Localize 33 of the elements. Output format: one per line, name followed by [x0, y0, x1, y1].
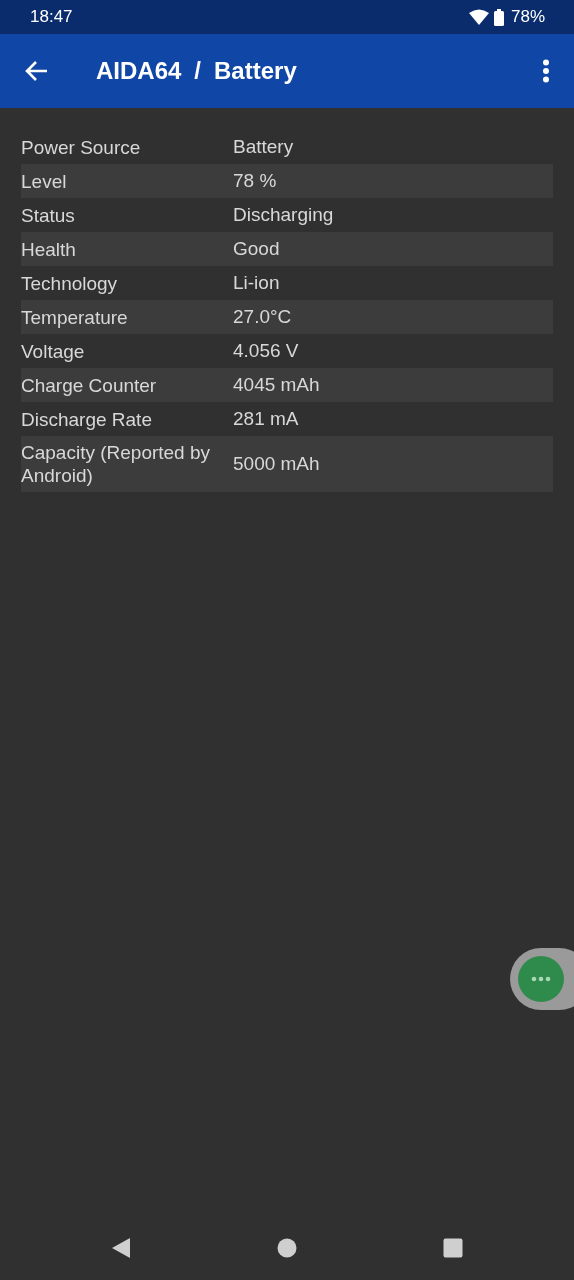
floating-bubble[interactable] [510, 948, 574, 1010]
property-label: Level [21, 169, 68, 194]
breadcrumb-separator: / [194, 57, 202, 85]
property-label: Temperature [21, 305, 129, 330]
property-value: 281 mA [233, 408, 300, 430]
back-arrow-icon[interactable] [24, 60, 48, 82]
property-label: Capacity (Reported by Android) [21, 441, 212, 488]
property-value: 4.056 V [233, 340, 300, 362]
property-value: 4045 mAh [233, 374, 321, 396]
property-value: Battery [233, 136, 295, 158]
property-label: Technology [21, 271, 119, 296]
battery-icon [493, 8, 504, 26]
property-label: Charge Counter [21, 373, 158, 398]
home-icon[interactable] [277, 1238, 297, 1258]
battery-percent: 78% [510, 7, 545, 27]
back-icon[interactable] [111, 1237, 131, 1259]
property-label: Health [21, 237, 77, 262]
clock-time: 18:47 [30, 7, 73, 27]
property-label: Status [21, 203, 76, 228]
property-label: Voltage [21, 339, 86, 364]
property-value: 78 % [233, 170, 278, 192]
property-label: Power Source [21, 135, 142, 160]
property-value: 27.0°C [233, 306, 293, 328]
property-value: Discharging [233, 204, 335, 226]
property-value: Li-ion [233, 272, 281, 294]
wifi-icon [468, 9, 489, 25]
property-label: Discharge Rate [21, 407, 153, 432]
app-title: AIDA64 [96, 57, 182, 85]
property-value: 5000 mAh [233, 453, 321, 475]
recents-icon[interactable] [443, 1238, 463, 1258]
page-title: Battery [214, 57, 297, 85]
property-value: Good [233, 238, 281, 260]
more-options-icon[interactable] [542, 59, 550, 83]
